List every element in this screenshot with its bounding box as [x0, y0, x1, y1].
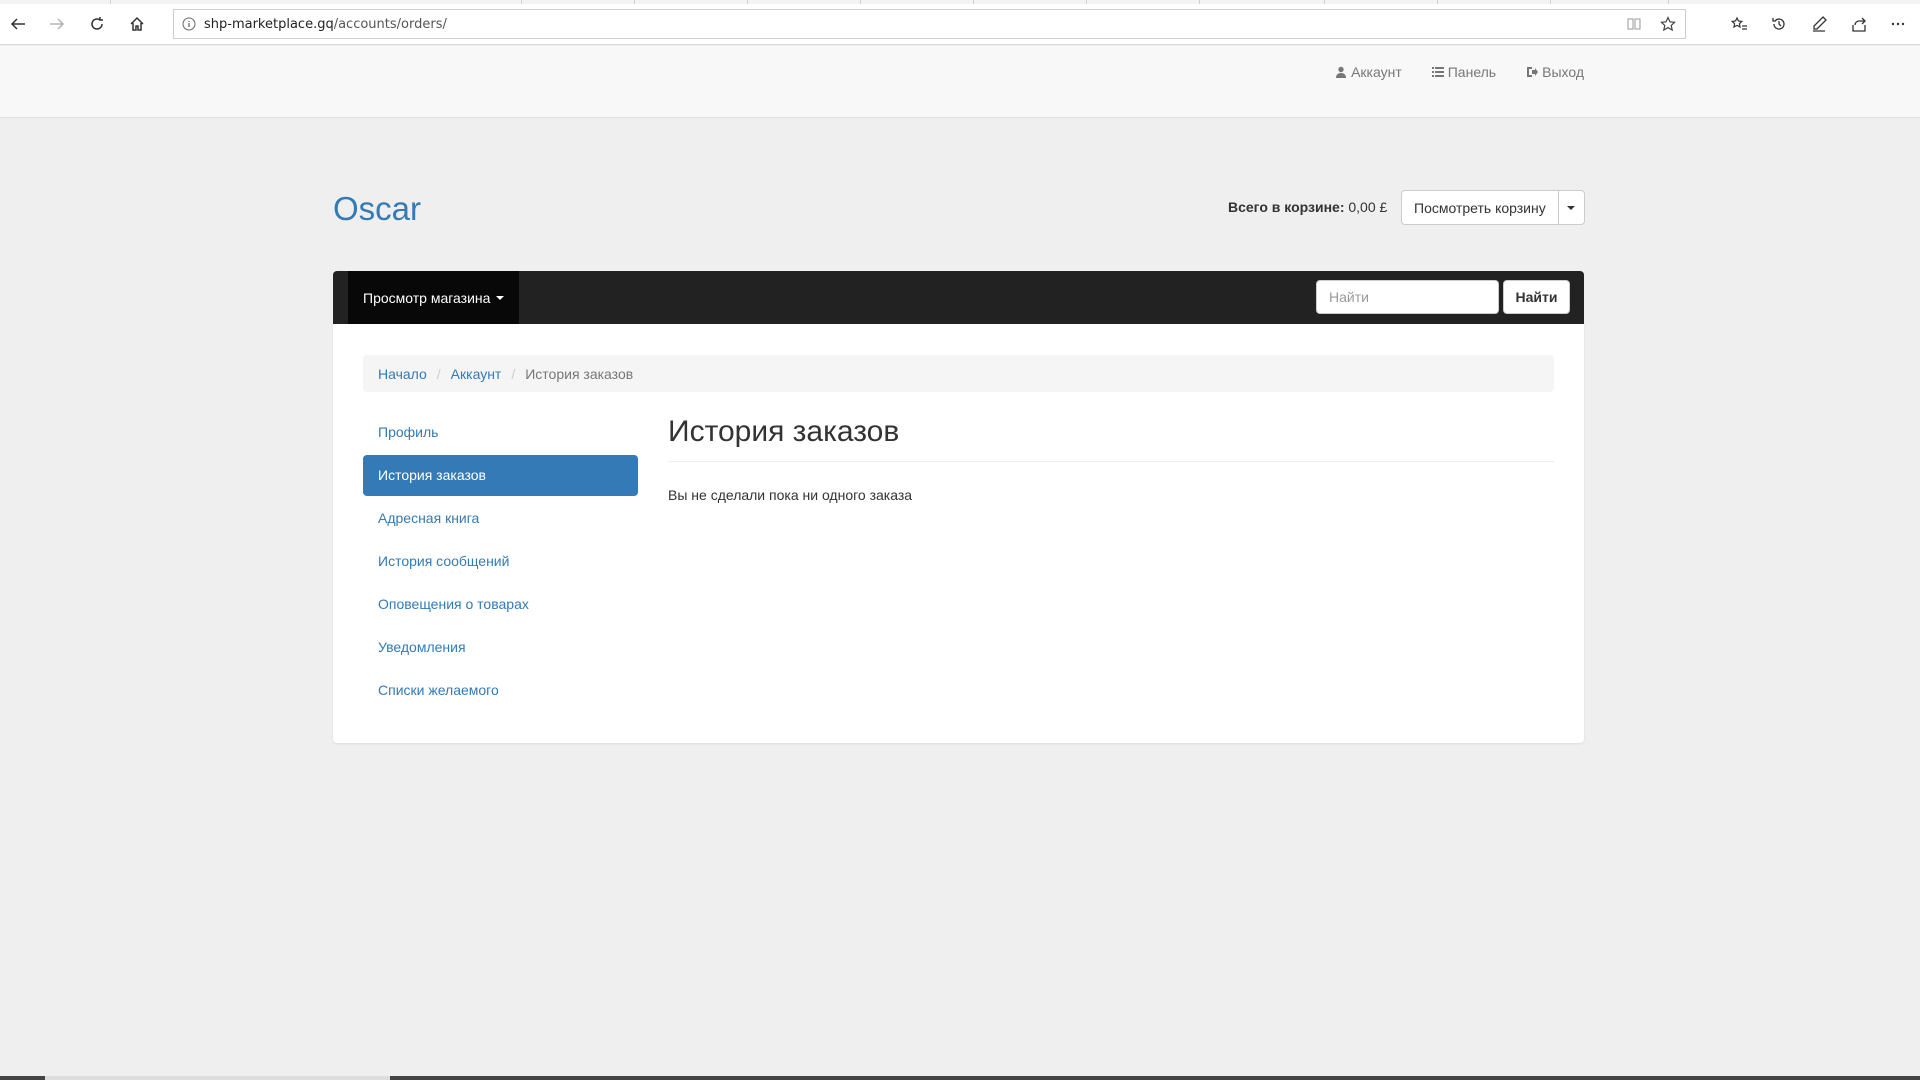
breadcrumb-account[interactable]: Аккаунт — [451, 366, 502, 382]
caret-down-icon — [1567, 205, 1576, 210]
forward-icon[interactable] — [41, 8, 73, 40]
breadcrumb: Начало / Аккаунт / История заказов — [363, 355, 1554, 392]
breadcrumb-home[interactable]: Начало — [378, 366, 427, 382]
sidebar-item-profile[interactable]: Профиль — [363, 412, 638, 453]
back-icon[interactable] — [2, 8, 34, 40]
brand-logo[interactable]: Oscar — [333, 190, 421, 228]
tab-strip — [0, 0, 1920, 4]
dashboard-link-label: Панель — [1447, 64, 1497, 80]
address-bar[interactable]: shp-marketplace.gq/accounts/orders/ — [173, 9, 1686, 39]
search-button[interactable]: Найти — [1503, 280, 1570, 314]
info-icon[interactable] — [174, 17, 204, 31]
favorites-icon[interactable] — [1723, 8, 1755, 40]
basket-summary: Всего в корзине: 0,00 £ — [1228, 199, 1387, 215]
url-text[interactable]: shp-marketplace.gq/accounts/orders/ — [204, 17, 1617, 32]
site-top-bar: Аккаунт Панель Выход — [0, 46, 1920, 118]
logout-icon — [1527, 67, 1539, 77]
basket-total-label: Всего в корзине: — [1228, 199, 1345, 215]
account-link[interactable]: Аккаунт — [1335, 64, 1402, 80]
view-basket-button[interactable]: Посмотреть корзину — [1401, 190, 1559, 225]
sidebar-item-address-book[interactable]: Адресная книга — [363, 498, 638, 539]
browser-toolbar: shp-marketplace.gq/accounts/orders/ — [0, 0, 1920, 45]
browse-store-dropdown[interactable]: Просмотр магазина — [348, 271, 520, 324]
account-sidebar: Профиль История заказов Адресная книга И… — [363, 412, 638, 713]
title-divider — [668, 461, 1554, 462]
refresh-icon[interactable] — [81, 8, 113, 40]
breadcrumb-separator: / — [436, 365, 441, 382]
history-icon[interactable] — [1763, 8, 1795, 40]
list-icon — [1431, 67, 1444, 77]
sidebar-item-email-history[interactable]: История сообщений — [363, 541, 638, 582]
basket-total-value: 0,00 £ — [1348, 199, 1388, 215]
bottom-edge — [0, 1076, 1920, 1080]
pen-icon[interactable] — [1803, 8, 1835, 40]
caret-down-icon — [496, 295, 505, 300]
home-icon[interactable] — [121, 8, 153, 40]
share-icon[interactable] — [1843, 8, 1875, 40]
basket-dropdown-toggle[interactable] — [1558, 190, 1585, 225]
account-link-label: Аккаунт — [1351, 64, 1402, 80]
top-links: Аккаунт Панель Выход — [1335, 64, 1584, 80]
breadcrumb-current: История заказов — [525, 365, 634, 382]
logout-link-label: Выход — [1542, 64, 1584, 80]
sidebar-item-order-history[interactable]: История заказов — [363, 455, 638, 496]
browse-store-label: Просмотр магазина — [363, 289, 491, 306]
main-navbar: Просмотр магазина Найти — [333, 271, 1584, 324]
dashboard-link[interactable]: Панель — [1431, 64, 1497, 80]
page-title: История заказов — [668, 415, 900, 448]
empty-orders-message: Вы не сделали пока ни одного заказа — [668, 487, 913, 503]
content-panel: Начало / Аккаунт / История заказов Профи… — [333, 324, 1584, 743]
sidebar-item-product-alerts[interactable]: Оповещения о товарах — [363, 584, 638, 625]
user-icon — [1336, 66, 1347, 78]
sidebar-item-wishlists[interactable]: Списки желаемого — [363, 670, 638, 711]
reading-view-icon[interactable] — [1617, 16, 1651, 32]
logout-link[interactable]: Выход — [1526, 64, 1584, 80]
favorite-star-icon[interactable] — [1651, 16, 1685, 32]
more-menu-icon[interactable] — [1882, 8, 1914, 40]
basket-button-group: Посмотреть корзину — [1401, 190, 1585, 225]
search-input[interactable] — [1316, 280, 1499, 314]
sidebar-item-notifications[interactable]: Уведомления — [363, 627, 638, 668]
breadcrumb-separator: / — [511, 365, 516, 382]
